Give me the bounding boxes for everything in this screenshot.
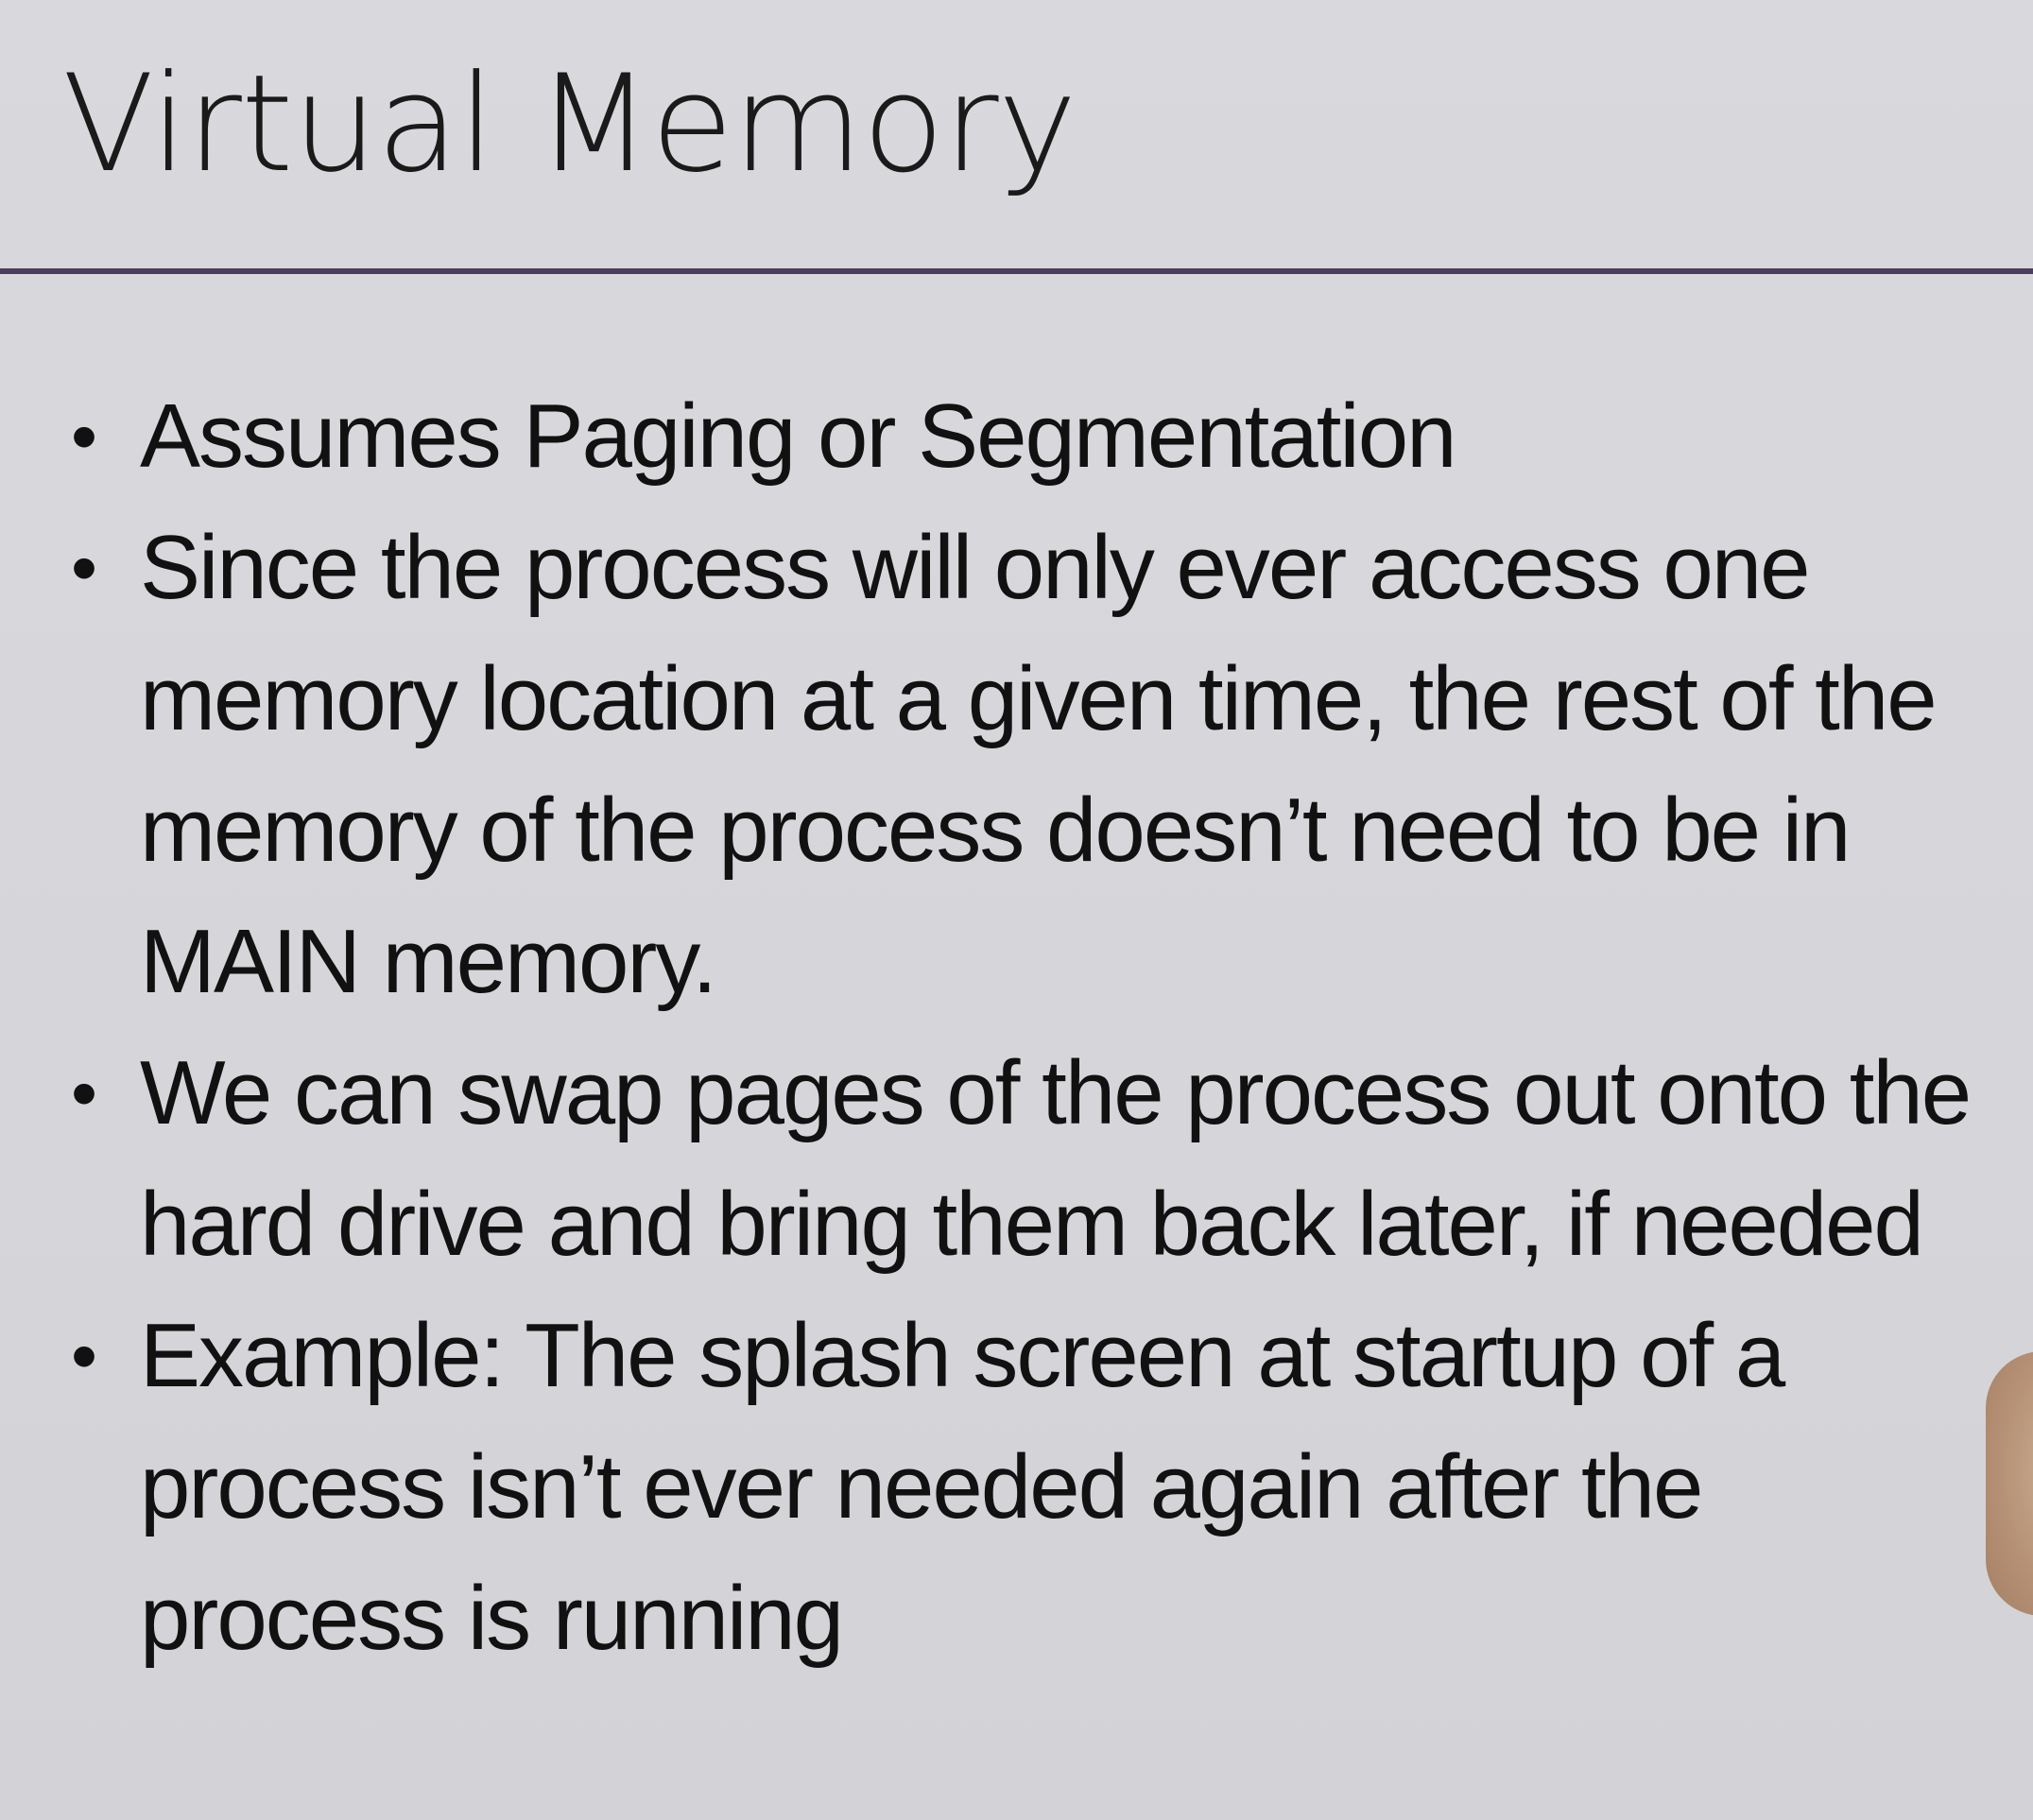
bullet-list: • Assumes Paging or Segmentation • Since… xyxy=(57,370,2004,1684)
bullet-item: • Assumes Paging or Segmentation xyxy=(57,370,2004,502)
slide-title: Virtual Memory xyxy=(62,46,1077,202)
bullet-item: • We can swap pages of the process out o… xyxy=(57,1027,2004,1290)
bullet-dot-icon: • xyxy=(70,525,97,610)
title-divider xyxy=(0,268,2033,274)
bullet-item: • Example: The splash screen at startup … xyxy=(57,1290,2004,1684)
bullet-text: Example: The splash screen at startup of… xyxy=(140,1305,1785,1669)
bullet-dot-icon: • xyxy=(70,1051,97,1135)
bullet-item: • Since the process will only ever acces… xyxy=(57,502,2004,1027)
slide: Virtual Memory • Assumes Paging or Segme… xyxy=(0,0,2033,1820)
bullet-dot-icon: • xyxy=(70,1313,97,1398)
bullet-text: Since the process will only ever access … xyxy=(140,517,1938,1012)
presenter-hand-image xyxy=(1986,1351,2033,1616)
bullet-text: We can swap pages of the process out ont… xyxy=(140,1042,1972,1275)
bullet-text: Assumes Paging or Segmentation xyxy=(140,386,1456,487)
bullet-dot-icon: • xyxy=(70,394,97,478)
